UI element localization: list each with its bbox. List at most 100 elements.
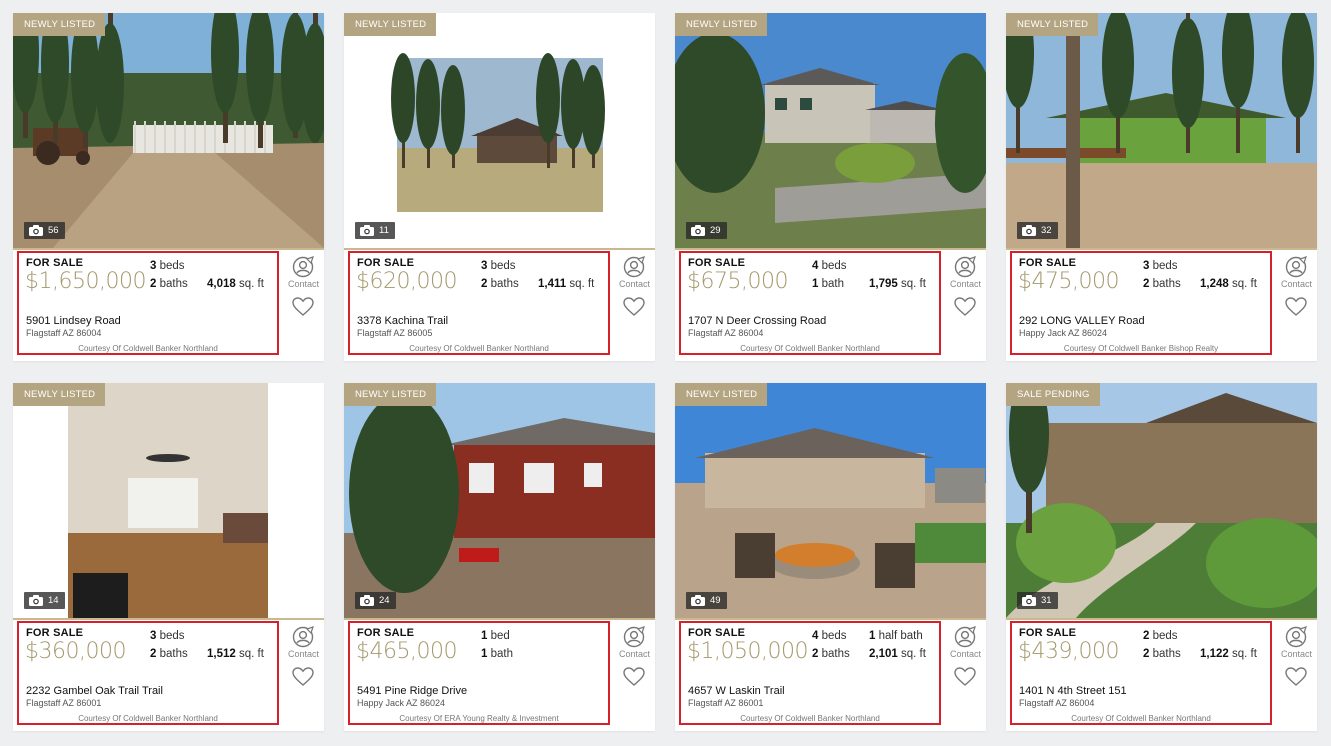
baths-unit: bath — [821, 278, 844, 290]
favorite-button[interactable] — [619, 667, 649, 687]
listing-photo[interactable] — [344, 383, 655, 618]
camera-icon — [29, 595, 43, 606]
photo-count-number: 49 — [710, 595, 721, 606]
baths-count: 2 — [1143, 278, 1150, 290]
beds-unit: beds — [1152, 630, 1178, 642]
listing-info[interactable]: FOR SALE $1,050,000 4 beds 2 baths 1 hal… — [679, 621, 941, 725]
beds-count: 3 — [1143, 260, 1150, 272]
photo-count[interactable]: 11 — [355, 222, 395, 239]
sqft-value: 1,248 — [1200, 278, 1229, 290]
favorite-button[interactable] — [950, 297, 980, 317]
baths-fact: 1 bath — [812, 278, 844, 290]
listing-tag: NEWLY LISTED — [344, 13, 437, 36]
listing-photo[interactable] — [13, 383, 324, 618]
sqft-fact: 1,248 sq. ft — [1200, 278, 1257, 290]
baths-unit: baths — [490, 278, 519, 290]
divider — [344, 618, 655, 620]
listing-photo[interactable] — [344, 13, 655, 248]
listing-price: $475,000 — [1018, 269, 1119, 294]
photo-count[interactable]: 29 — [686, 222, 727, 239]
sqft-value: 1,122 — [1200, 648, 1229, 660]
favorite-button[interactable] — [950, 667, 980, 687]
sqft-unit: sq. ft — [238, 278, 264, 290]
listing-actions: Contact — [288, 626, 319, 687]
listing-photo[interactable] — [675, 383, 986, 618]
sqft-value: 4,018 — [207, 278, 236, 290]
sqft-unit: sq. ft — [238, 648, 264, 660]
beds-fact: 3 beds — [150, 630, 185, 642]
listing-card[interactable]: NEWLY LISTED 11 FOR SALE $620,000 3 beds… — [344, 13, 655, 361]
favorite-button[interactable] — [288, 297, 318, 317]
contact-button[interactable]: Contact — [288, 256, 319, 289]
listing-card[interactable]: NEWLY LISTED 56 FOR SALE $1,650,000 3 be… — [13, 13, 324, 361]
listing-courtesy: Courtesy Of ERA Young Realty & Investmen… — [399, 714, 559, 723]
contact-button[interactable]: Contact — [950, 256, 981, 289]
listing-photo[interactable] — [1006, 13, 1317, 248]
listing-address: 1401 N 4th Street 151 — [1019, 685, 1127, 697]
favorite-button[interactable] — [619, 297, 649, 317]
contact-agent-icon — [954, 256, 976, 278]
baths-fact: 2 baths — [150, 278, 188, 290]
listing-city: Happy Jack AZ 86024 — [357, 698, 446, 708]
divider — [13, 618, 324, 620]
camera-icon — [691, 225, 705, 236]
photo-count-number: 24 — [379, 595, 390, 606]
contact-button[interactable]: Contact — [619, 626, 650, 659]
listing-info[interactable]: FOR SALE $439,000 2 beds 2 baths 1,122 s… — [1010, 621, 1272, 725]
listing-info[interactable]: FOR SALE $360,000 3 beds 2 baths 1,512 s… — [17, 621, 279, 725]
sqft-unit: sq. ft — [1231, 648, 1257, 660]
contact-button[interactable]: Contact — [1281, 256, 1313, 289]
listing-card[interactable]: SALE PENDING 31 FOR SALE $439,000 2 beds… — [1006, 383, 1317, 731]
contact-button[interactable]: Contact — [1281, 626, 1313, 659]
photo-count[interactable]: 24 — [355, 592, 396, 609]
contact-label: Contact — [1281, 649, 1313, 659]
listing-photo[interactable] — [13, 13, 324, 248]
favorite-button[interactable] — [288, 667, 318, 687]
baths-count: 1 — [481, 648, 488, 660]
contact-button[interactable]: Contact — [288, 626, 319, 659]
baths-fact: 2 baths — [812, 648, 850, 660]
photo-count[interactable]: 31 — [1017, 592, 1058, 609]
favorite-button[interactable] — [1281, 667, 1311, 687]
listing-address: 4657 W Laskin Trail — [688, 685, 785, 697]
listing-price: $620,000 — [356, 269, 457, 294]
listing-tag: NEWLY LISTED — [1006, 13, 1099, 36]
photo-count[interactable]: 14 — [24, 592, 65, 609]
photo-count[interactable]: 32 — [1017, 222, 1058, 239]
camera-icon — [691, 595, 705, 606]
listing-card[interactable]: NEWLY LISTED 29 FOR SALE $675,000 4 beds… — [675, 13, 986, 361]
photo-count-number: 32 — [1041, 225, 1052, 236]
listing-tag: NEWLY LISTED — [13, 13, 106, 36]
listing-card[interactable]: NEWLY LISTED 14 FOR SALE $360,000 3 beds… — [13, 383, 324, 731]
listing-photo[interactable] — [675, 13, 986, 248]
listing-card[interactable]: NEWLY LISTED 24 FOR SALE $465,000 1 bed … — [344, 383, 655, 731]
beds-unit: bed — [490, 630, 510, 642]
listing-card[interactable]: NEWLY LISTED 49 FOR SALE $1,050,000 4 be… — [675, 383, 986, 731]
baths-unit: bath — [490, 648, 513, 660]
listing-info[interactable]: FOR SALE $475,000 3 beds 2 baths 1,248 s… — [1010, 251, 1272, 355]
photo-count[interactable]: 56 — [24, 222, 65, 239]
contact-agent-icon — [623, 626, 645, 648]
baths-fact: 2 baths — [150, 648, 188, 660]
favorite-button[interactable] — [1281, 297, 1311, 317]
listing-address: 292 LONG VALLEY Road — [1019, 315, 1145, 327]
photo-count[interactable]: 49 — [686, 592, 727, 609]
sqft-fact: 1,411 sq. ft — [538, 278, 594, 290]
contact-button[interactable]: Contact — [950, 626, 981, 659]
listing-info[interactable]: FOR SALE $1,650,000 3 beds 2 baths 4,018… — [17, 251, 279, 355]
heart-icon — [292, 667, 314, 686]
listing-info[interactable]: FOR SALE $465,000 1 bed 1 bath 5491 Pine… — [348, 621, 610, 725]
heart-icon — [623, 297, 645, 316]
listing-info[interactable]: FOR SALE $675,000 4 beds 1 bath 1,795 sq… — [679, 251, 941, 355]
contact-button[interactable]: Contact — [619, 256, 650, 289]
listing-actions: Contact — [1281, 256, 1313, 317]
listing-photo[interactable] — [1006, 383, 1317, 618]
listing-card[interactable]: NEWLY LISTED 32 FOR SALE $475,000 3 beds… — [1006, 13, 1317, 361]
contact-label: Contact — [1281, 279, 1313, 289]
listing-info[interactable]: FOR SALE $620,000 3 beds 2 baths 1,411 s… — [348, 251, 610, 355]
listing-status: FOR SALE — [688, 627, 746, 639]
listing-status: FOR SALE — [1019, 627, 1077, 639]
sqft-unit: sq. ft — [900, 278, 926, 290]
listing-city: Flagstaff AZ 86004 — [26, 328, 102, 338]
listing-price: $439,000 — [1018, 639, 1119, 664]
